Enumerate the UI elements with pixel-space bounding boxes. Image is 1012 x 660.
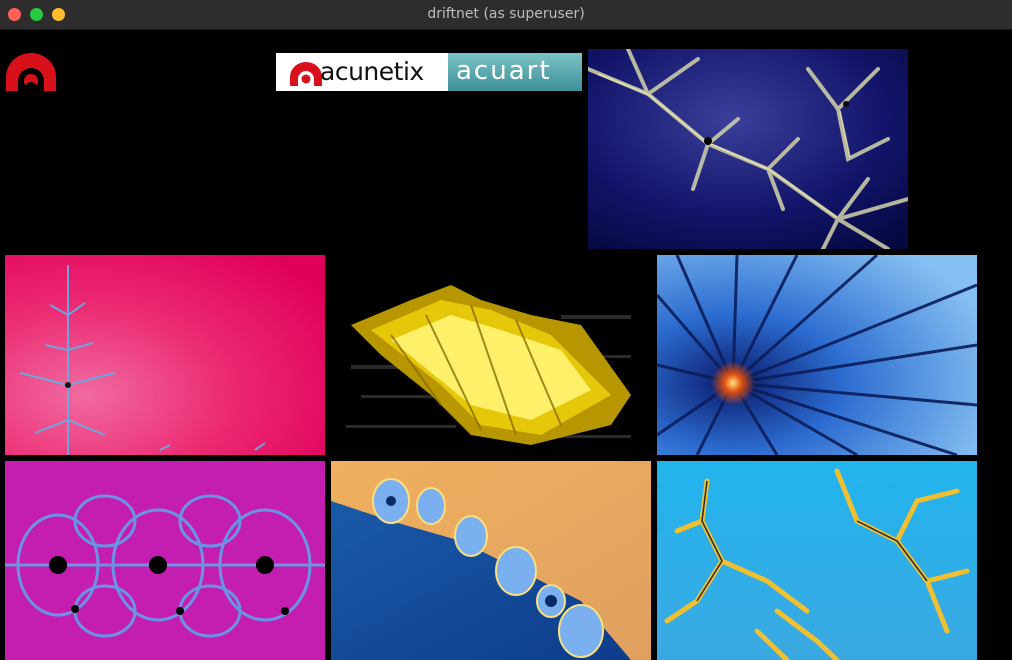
fractal-blue-starburst-image[interactable] xyxy=(657,255,977,455)
fractal-pink-red-image[interactable] xyxy=(5,255,325,455)
banner-acunetix-section: acunetix xyxy=(276,53,448,91)
window-titlebar: driftnet (as superuser) xyxy=(0,0,1012,30)
banner-acuart-section: acuart xyxy=(448,53,582,91)
acunetix-acuart-banner[interactable]: acunetix acuart xyxy=(276,53,582,91)
fractal-blue-julia-image[interactable] xyxy=(588,49,908,249)
banner-acuart-text: acuart xyxy=(456,56,552,86)
fractal-blue-orange-image[interactable] xyxy=(331,461,651,660)
banner-acunetix-text: acunetix xyxy=(320,57,424,86)
driftnet-canvas: acunetix acuart xyxy=(0,30,1012,660)
fractal-cyan-yellow-image[interactable] xyxy=(657,461,977,660)
window-title: driftnet (as superuser) xyxy=(427,6,585,22)
fractal-yellow-3d-image[interactable] xyxy=(331,255,651,455)
fractal-magenta-spirals-image[interactable] xyxy=(5,461,325,660)
small-red-logo-image[interactable] xyxy=(4,51,58,93)
